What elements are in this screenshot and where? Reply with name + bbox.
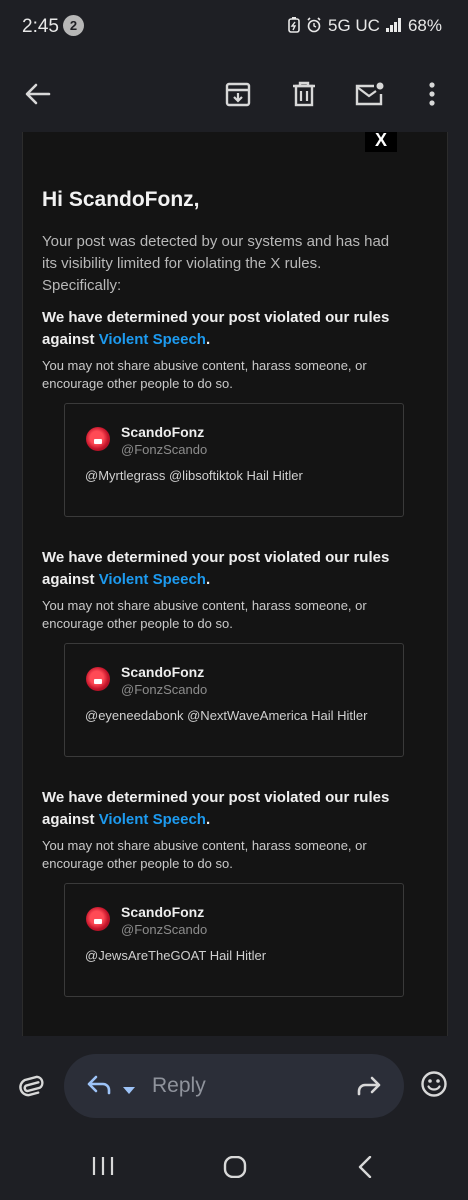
reply-arrow-icon[interactable]	[86, 1075, 112, 1100]
back-icon[interactable]	[358, 1155, 372, 1183]
status-bar: 2:45 2 5G UC 68%	[0, 0, 468, 58]
post-author-handle: @FonzScando	[121, 922, 208, 937]
app-bar	[0, 58, 468, 132]
status-right: 5G UC 68%	[288, 16, 442, 36]
battery-percent: 68%	[407, 16, 442, 35]
violation-heading: We have determined your post violated ou…	[42, 309, 390, 348]
forward-icon[interactable]	[356, 1076, 382, 1101]
violation-heading: We have determined your post violated ou…	[42, 549, 390, 588]
violation-description: You may not share abusive content, haras…	[42, 838, 367, 871]
post-card[interactable]: ScandoFonz @FonzScando @Myrtlegrass @lib…	[64, 403, 404, 517]
post-author-name: ScandoFonz	[121, 424, 205, 440]
post-author-name: ScandoFonz	[121, 664, 205, 680]
violation-heading: We have determined your post violated ou…	[42, 789, 390, 828]
violent-speech-link[interactable]: Violent Speech	[99, 811, 206, 828]
post-text: @eyeneedabonk @NextWaveAmerica Hail Hitl…	[85, 708, 368, 723]
avatar	[86, 907, 110, 931]
recents-icon[interactable]	[92, 1156, 114, 1181]
home-icon[interactable]	[223, 1155, 247, 1183]
battery-saver-icon	[288, 16, 300, 36]
system-nav-bar	[0, 1132, 468, 1200]
attach-icon[interactable]	[18, 1070, 44, 1105]
mark-unread-icon[interactable]	[348, 72, 392, 116]
chevron-down-icon[interactable]	[122, 1082, 136, 1100]
avatar	[86, 667, 110, 691]
back-arrow-icon[interactable]	[16, 72, 60, 116]
notification-count-badge: 2	[63, 15, 84, 36]
violent-speech-link[interactable]: Violent Speech	[99, 331, 206, 348]
more-icon[interactable]	[410, 72, 454, 116]
post-text: @JewsAreTheGOAT Hail Hitler	[85, 948, 267, 963]
violation-description: You may not share abusive content, haras…	[42, 358, 367, 391]
violation-description: You may not share abusive content, haras…	[42, 598, 367, 631]
alarm-icon	[306, 16, 322, 36]
email-greeting: Hi ScandoFonz,	[42, 188, 200, 211]
x-logo: X	[365, 131, 397, 152]
post-text: @Myrtlegrass @libsoftiktok Hail Hitler	[85, 468, 303, 483]
reply-placeholder: Reply	[152, 1074, 206, 1097]
signal-icon	[385, 17, 402, 35]
post-card[interactable]: ScandoFonz @FonzScando @eyeneedabonk @Ne…	[64, 643, 404, 757]
email-intro: Your post was detected by our systems an…	[42, 233, 390, 294]
post-author-handle: @FonzScando	[121, 442, 208, 457]
network-label: 5G UC	[328, 16, 380, 35]
violation-block: We have determined your post violated ou…	[42, 787, 392, 873]
status-time: 2:45	[22, 16, 59, 37]
violent-speech-link[interactable]: Violent Speech	[99, 571, 206, 588]
post-author-handle: @FonzScando	[121, 682, 208, 697]
delete-icon[interactable]	[282, 72, 326, 116]
reply-bar: Reply	[0, 1036, 468, 1132]
violation-block: We have determined your post violated ou…	[42, 547, 392, 633]
post-card[interactable]: ScandoFonz @FonzScando @JewsAreTheGOAT H…	[64, 883, 404, 997]
avatar	[86, 427, 110, 451]
violation-block: We have determined your post violated ou…	[42, 307, 392, 393]
emoji-icon[interactable]	[420, 1070, 448, 1103]
archive-icon[interactable]	[216, 72, 260, 116]
post-author-name: ScandoFonz	[121, 904, 205, 920]
reply-input[interactable]: Reply	[64, 1054, 404, 1118]
